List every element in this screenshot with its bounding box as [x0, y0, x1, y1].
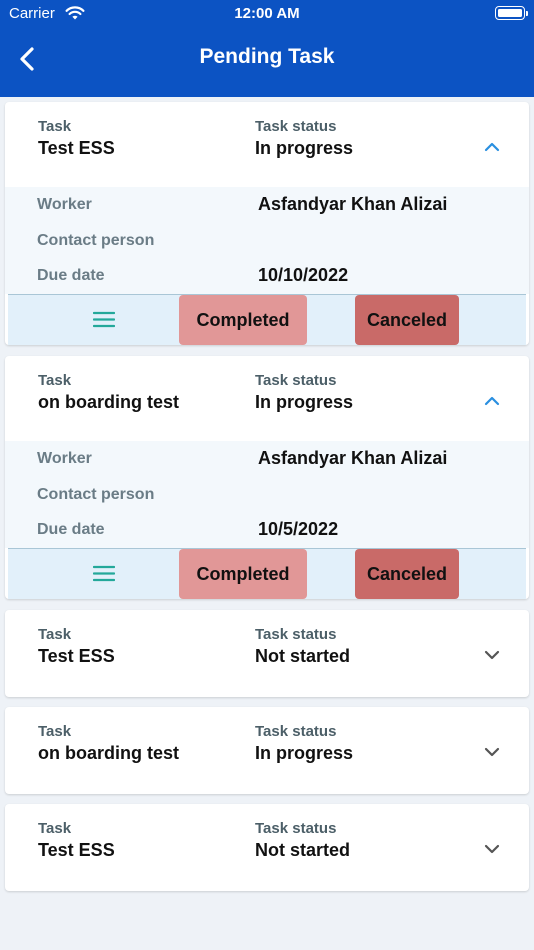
task-status-label: Task status — [255, 372, 337, 389]
task-label: Task — [38, 626, 72, 643]
due-date-label: Due date — [37, 267, 105, 284]
chevron-down-icon[interactable] — [483, 648, 501, 662]
task-label: Task — [38, 372, 72, 389]
task-label: Task — [38, 723, 72, 740]
completed-button[interactable]: Completed — [179, 549, 307, 599]
task-status-label: Task status — [255, 626, 337, 643]
due-date-label: Due date — [37, 521, 105, 538]
task-card-header[interactable]: Task on boarding test Task status In pro… — [5, 707, 529, 792]
chevron-up-icon[interactable] — [483, 394, 501, 408]
due-date-value: 10/5/2022 — [258, 519, 339, 539]
task-status-label: Task status — [255, 820, 337, 837]
canceled-button[interactable]: Canceled — [355, 549, 459, 599]
task-card-header[interactable]: Task Test ESS Task status Not started — [5, 610, 529, 695]
task-card[interactable]: Task Test ESS Task status Not started — [5, 804, 529, 891]
hamburger-menu-icon[interactable] — [93, 311, 115, 328]
chevron-down-icon[interactable] — [483, 842, 501, 856]
canceled-button[interactable]: Canceled — [355, 295, 459, 345]
task-status-value: In progress — [255, 743, 354, 763]
task-status-value: Not started — [255, 840, 351, 860]
chevron-up-icon[interactable] — [483, 140, 501, 154]
task-card-header[interactable]: Task Test ESS Task status Not started — [5, 804, 529, 889]
battery-icon — [495, 6, 528, 20]
task-card: Task on boarding test Task status In pro… — [5, 356, 529, 599]
contact-person-label: Contact person — [37, 232, 155, 249]
task-actions: Completed Canceled — [8, 294, 526, 345]
task-name: Test ESS — [38, 646, 115, 666]
task-card-header[interactable]: Task on boarding test Task status In pro… — [5, 356, 529, 441]
task-name: Test ESS — [38, 138, 115, 158]
task-status-value: Not started — [255, 646, 351, 666]
task-name: on boarding test — [38, 743, 179, 763]
page-title: Pending Task — [199, 45, 335, 68]
task-label: Task — [38, 820, 72, 837]
task-details: Worker Asfandyar Khan Alizai Contact per… — [5, 441, 529, 548]
worker-value: Asfandyar Khan Alizai — [258, 448, 448, 468]
status-bar: Carrier 12:00 AM — [0, 0, 534, 28]
task-details: Worker Asfandyar Khan Alizai Contact per… — [5, 187, 529, 294]
task-label: Task — [38, 118, 72, 135]
due-date-value: 10/10/2022 — [258, 265, 349, 285]
task-card-header[interactable]: Task Test ESS Task status In progress — [5, 102, 529, 187]
status-time: 12:00 AM — [234, 5, 300, 22]
task-name: on boarding test — [38, 392, 179, 412]
contact-person-label: Contact person — [37, 486, 155, 503]
task-status-label: Task status — [255, 118, 337, 135]
worker-label: Worker — [37, 450, 92, 467]
worker-value: Asfandyar Khan Alizai — [258, 194, 448, 214]
chevron-down-icon[interactable] — [483, 745, 501, 759]
task-name: Test ESS — [38, 840, 115, 860]
task-card[interactable]: Task Test ESS Task status Not started — [5, 610, 529, 697]
nav-header: Carrier 12:00 AM Pending Task — [0, 0, 534, 97]
task-status-value: In progress — [255, 392, 354, 412]
task-actions: Completed Canceled — [8, 548, 526, 599]
hamburger-menu-icon[interactable] — [93, 565, 115, 582]
task-status-label: Task status — [255, 723, 337, 740]
completed-button[interactable]: Completed — [179, 295, 307, 345]
worker-label: Worker — [37, 196, 92, 213]
task-card: Task Test ESS Task status In progress Wo… — [5, 102, 529, 345]
task-status-value: In progress — [255, 138, 354, 158]
task-card[interactable]: Task on boarding test Task status In pro… — [5, 707, 529, 794]
